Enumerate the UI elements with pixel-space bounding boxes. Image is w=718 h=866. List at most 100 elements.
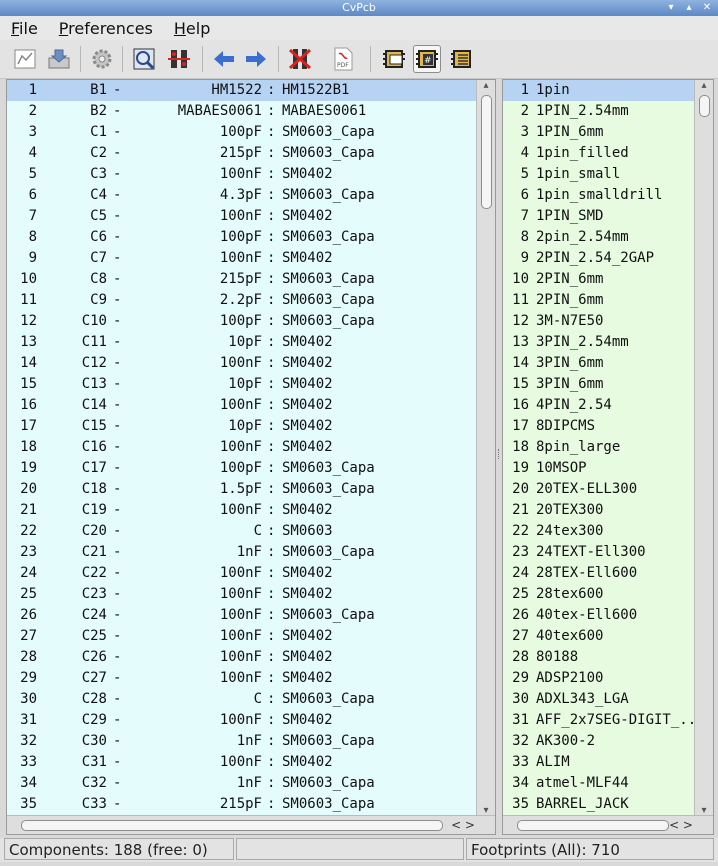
scroll-up-icon[interactable]: ▴	[477, 80, 495, 91]
filter-keyword-button[interactable]	[380, 45, 408, 73]
footprint-row[interactable]: 31 AFF_2x7SEG-DIGIT_...	[503, 710, 705, 731]
component-row[interactable]: 31 C29 100nF SM0402 -:	[7, 710, 477, 731]
component-row[interactable]: 17 C15 10pF SM0402 -:	[7, 416, 477, 437]
save-button[interactable]	[45, 45, 73, 73]
component-row[interactable]: 34 C32 1nF SM0603_Capa -:	[7, 773, 477, 794]
component-row[interactable]: 2 B2 MABAES0061 MABAES0061 -:	[7, 101, 477, 122]
menu-file[interactable]: File	[0, 19, 48, 38]
component-row[interactable]: 15 C13 10pF SM0402 -:	[7, 374, 477, 395]
footprint-row[interactable]: 13 3PIN_2.54mm	[503, 332, 695, 353]
component-row[interactable]: 8 C6 100pF SM0603_Capa -:	[7, 227, 477, 248]
close-icon[interactable]: ✕	[700, 1, 714, 14]
component-row[interactable]: 6 C4 4.3pF SM0603_Capa -:	[7, 185, 477, 206]
footprint-row[interactable]: 5 1pin_small	[503, 164, 695, 185]
footprints-scroll-thumb[interactable]	[699, 95, 710, 117]
footprints-horizontal-scrollbar[interactable]: < >	[503, 815, 713, 834]
auto-associate-button[interactable]	[165, 45, 193, 73]
component-row[interactable]: 32 C30 1nF SM0603_Capa -:	[7, 731, 477, 752]
module-filter-button[interactable]	[130, 45, 158, 73]
components-hscroll-thumb[interactable]	[21, 820, 443, 831]
component-row[interactable]: 21 C19 100nF SM0402 -:	[7, 500, 477, 521]
footprint-row[interactable]: 3 1PIN_6mm	[503, 122, 695, 143]
component-row[interactable]: 22 C20 C SM0603 -:	[7, 521, 477, 542]
pdf-doc-button[interactable]: PDF	[329, 45, 357, 73]
component-row[interactable]: 35 C33 215pF SM0603_Capa -:	[7, 794, 477, 815]
footprint-row[interactable]: 4 1pin_filled	[503, 143, 695, 164]
footprint-row[interactable]: 8 2pin_2.54mm	[503, 227, 695, 248]
component-row[interactable]: 26 C24 100nF SM0603_Capa -:	[7, 605, 477, 626]
footprint-row[interactable]: 28 80188	[503, 647, 695, 668]
footprint-row[interactable]: 25 28tex600	[503, 584, 695, 605]
component-row[interactable]: 13 C11 10pF SM0402 -:	[7, 332, 477, 353]
component-row[interactable]: 33 C31 100nF SM0402 -:	[7, 752, 477, 773]
footprint-row[interactable]: 16 4PIN_2.54	[503, 395, 695, 416]
component-row[interactable]: 24 C22 100nF SM0402 -:	[7, 563, 477, 584]
footprint-row[interactable]: 7 1PIN_SMD	[503, 206, 695, 227]
footprint-row[interactable]: 6 1pin_smalldrill	[503, 185, 695, 206]
component-row[interactable]: 27 C25 100nF SM0402 -:	[7, 626, 477, 647]
footprint-row[interactable]: 15 3PIN_6mm	[503, 374, 695, 395]
component-row[interactable]: 7 C5 100nF SM0402 -:	[7, 206, 477, 227]
component-row[interactable]: 30 C28 C SM0603_Capa -:	[7, 689, 477, 710]
footprint-row[interactable]: 12 3M-N7E50	[503, 311, 695, 332]
component-row[interactable]: 28 C26 100nF SM0402 -:	[7, 647, 477, 668]
component-row[interactable]: 25 C23 100nF SM0402 -:	[7, 584, 477, 605]
footprint-row[interactable]: 18 8pin_large	[503, 437, 695, 458]
footprint-row[interactable]: 2 1PIN_2.54mm	[503, 101, 695, 122]
maximize-icon[interactable]: ▴	[682, 1, 696, 14]
scroll-left-right-icon[interactable]: < >	[669, 816, 693, 834]
footprint-row[interactable]: 11 2PIN_6mm	[503, 290, 695, 311]
component-row[interactable]: 9 C7 100nF SM0402 -:	[7, 248, 477, 269]
filter-pincount-button[interactable]: #	[413, 45, 441, 73]
filter-none-button[interactable]	[448, 45, 476, 73]
component-row[interactable]: 1 B1 HM1522 HM1522B1 -:	[7, 80, 477, 101]
footprint-row[interactable]: 32 AK300-2	[503, 731, 695, 752]
component-row[interactable]: 11 C9 2.2pF SM0603_Capa -:	[7, 290, 477, 311]
footprint-row[interactable]: 29 ADSP2100	[503, 668, 695, 689]
component-row[interactable]: 3 C1 100pF SM0603_Capa -:	[7, 122, 477, 143]
component-row[interactable]: 10 C8 215pF SM0603_Capa -:	[7, 269, 477, 290]
footprint-row[interactable]: 23 24TEXT-Ell300	[503, 542, 695, 563]
footprint-row[interactable]: 26 40tex-Ell600	[503, 605, 695, 626]
component-row[interactable]: 18 C16 100nF SM0402 -:	[7, 437, 477, 458]
component-row[interactable]: 5 C3 100nF SM0402 -:	[7, 164, 477, 185]
footprint-row[interactable]: 1 1pin	[503, 80, 695, 101]
footprint-row[interactable]: 17 8DIPCMS	[503, 416, 695, 437]
footprint-row[interactable]: 30 ADXL343_LGA	[503, 689, 695, 710]
footprint-row[interactable]: 21 20TEX300	[503, 500, 695, 521]
footprint-row[interactable]: 33 ALIM	[503, 752, 695, 773]
minimize-icon[interactable]: ▾	[664, 1, 678, 14]
footprint-row[interactable]: 19 10MSOP	[503, 458, 695, 479]
component-row[interactable]: 16 C14 100nF SM0402 -:	[7, 395, 477, 416]
next-button[interactable]	[242, 45, 270, 73]
previous-button[interactable]	[210, 45, 238, 73]
footprint-row[interactable]: 9 2PIN_2.54_2GAP	[503, 248, 695, 269]
component-row[interactable]: 4 C2 215pF SM0603_Capa -:	[7, 143, 477, 164]
footprints-list[interactable]: 1 1pin 2 1PIN_2.54mm 3 1PIN_6mm 4 1pin_filled 5 1…	[502, 79, 714, 835]
delete-associations-button[interactable]	[286, 45, 314, 73]
components-vertical-scrollbar[interactable]: ▴ ▾	[476, 80, 495, 816]
scroll-left-right-icon[interactable]: < >	[451, 816, 475, 834]
footprint-row[interactable]: 34 atmel-MLF44	[503, 773, 695, 794]
menu-preferences[interactable]: Preferences	[48, 19, 163, 38]
scroll-up-icon[interactable]: ▴	[695, 80, 713, 91]
components-scroll-thumb[interactable]	[481, 95, 492, 209]
footprint-row[interactable]: 27 40tex600	[503, 626, 695, 647]
footprint-row[interactable]: 35 BARREL_JACK	[503, 794, 695, 815]
footprint-row[interactable]: 24 28TEX-Ell600	[503, 563, 695, 584]
components-horizontal-scrollbar[interactable]: < >	[7, 815, 495, 834]
footprint-viewer-button[interactable]	[11, 45, 39, 73]
footprint-row[interactable]: 14 3PIN_6mm	[503, 353, 695, 374]
footprint-row[interactable]: 10 2PIN_6mm	[503, 269, 695, 290]
config-button[interactable]	[88, 45, 116, 73]
component-row[interactable]: 14 C12 100nF SM0402 -:	[7, 353, 477, 374]
component-row[interactable]: 12 C10 100pF SM0603_Capa -:	[7, 311, 477, 332]
component-row[interactable]: 20 C18 1.5pF SM0603_Capa -:	[7, 479, 477, 500]
components-list[interactable]: 1 B1 HM1522 HM1522B1 -: 2 B2 MABAES0061 MABAES00…	[6, 79, 496, 835]
component-row[interactable]: 19 C17 100pF SM0603_Capa -:	[7, 458, 477, 479]
footprints-vertical-scrollbar[interactable]: ▴ ▾	[694, 80, 713, 816]
menu-help[interactable]: Help	[163, 19, 220, 38]
footprint-row[interactable]: 22 24tex300	[503, 521, 695, 542]
component-row[interactable]: 23 C21 1nF SM0603_Capa -:	[7, 542, 477, 563]
footprint-row[interactable]: 20 20TEX-ELL300	[503, 479, 695, 500]
